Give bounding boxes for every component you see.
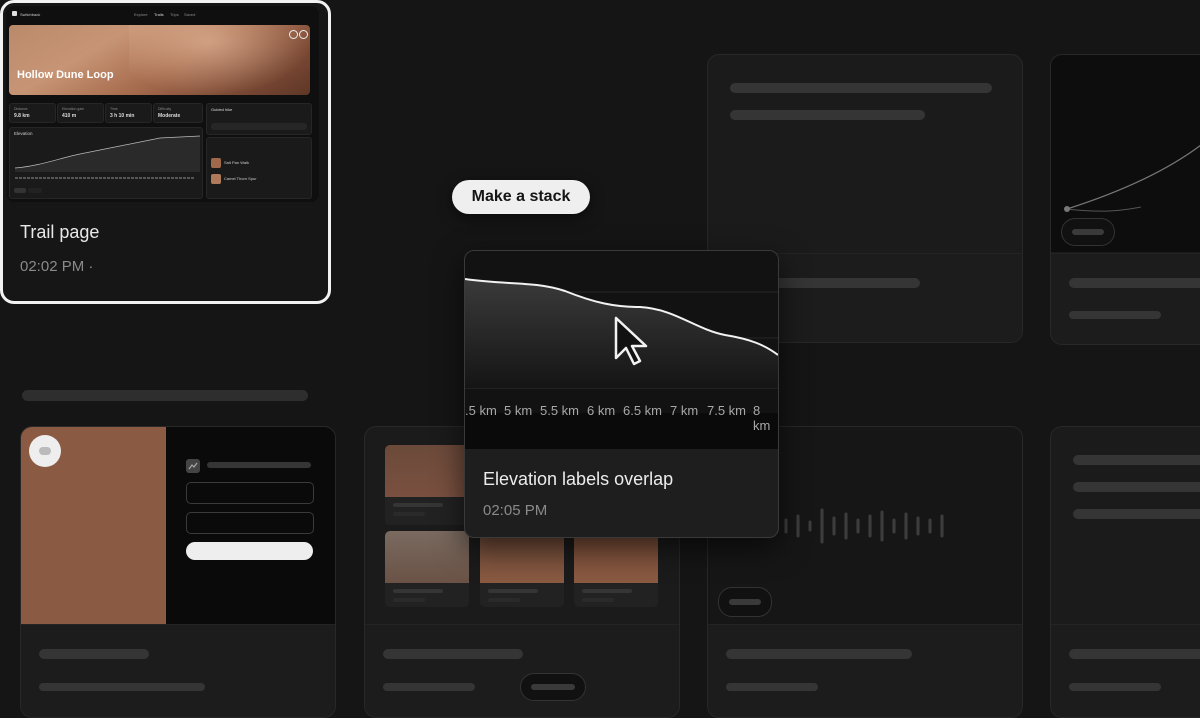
axis-tick: 8 km <box>753 403 771 433</box>
axis-tick: 5.5 km <box>540 403 580 418</box>
axis-tick: .5 km <box>465 403 497 418</box>
nav-trails[interactable]: Trails <box>154 12 164 17</box>
nav-trips[interactable]: Trips <box>170 12 179 17</box>
form-field-1[interactable] <box>186 482 314 504</box>
card-placeholder-2[interactable] <box>1050 54 1200 345</box>
form-field-2[interactable] <box>186 512 314 534</box>
section-header-bar-bottom <box>22 390 308 401</box>
elevation-panel: Elevation <box>9 127 203 199</box>
popup-title: Elevation labels overlap <box>483 469 674 489</box>
card-placeholder-3[interactable] <box>20 426 336 718</box>
app-name: Switchback <box>20 12 41 17</box>
form-submit-button[interactable] <box>186 542 313 560</box>
axis-tick: 5 km <box>504 403 533 418</box>
nearby-panel: Salt Pan Walk Camel Thorn Spur <box>206 137 312 199</box>
nav-saved[interactable]: Saved <box>184 12 195 17</box>
chart-icon <box>186 459 200 473</box>
popup-timestamp: 02:05 PM <box>483 502 548 519</box>
make-a-stack-button[interactable]: Make a stack <box>452 180 590 214</box>
guided-hike-panel: Guided hike <box>206 103 312 135</box>
card-placeholder-6[interactable] <box>1050 426 1200 718</box>
avatar[interactable] <box>29 435 61 467</box>
axis-tick: 7 km <box>670 403 699 418</box>
axis-tick: 7.5 km <box>707 403 747 418</box>
trail-page-card[interactable]: Switchback Explore Trails Trips Saved Ho… <box>0 0 331 304</box>
stat-time: Time 3 h 10 min <box>105 103 152 123</box>
waveform <box>784 508 944 544</box>
hero-title: Hollow Dune Loop <box>17 69 114 81</box>
trail-page-screenshot: Switchback Explore Trails Trips Saved Ho… <box>6 6 319 202</box>
card-timestamp: 02:02 PM · <box>20 258 94 275</box>
elevation-preview-popup[interactable]: .5 km 5 km 5.5 km 6 km 6.5 km 7 km 7.5 k… <box>464 250 779 538</box>
stat-distance: Distance 9.8 km <box>9 103 56 123</box>
logo-icon <box>12 11 17 16</box>
axis-tick: 6 km <box>587 403 616 418</box>
card-caption: Trail page <box>20 222 100 242</box>
axis-tick: 6.5 km <box>623 403 663 418</box>
stat-elevation-gain: Elevation gain 410 m <box>57 103 104 123</box>
cursor-arrow-icon <box>614 316 648 366</box>
stat-difficulty: Difficulty Moderate <box>153 103 203 123</box>
nav-explore[interactable]: Explore <box>134 12 148 17</box>
hero-image: Hollow Dune Loop <box>9 25 310 95</box>
